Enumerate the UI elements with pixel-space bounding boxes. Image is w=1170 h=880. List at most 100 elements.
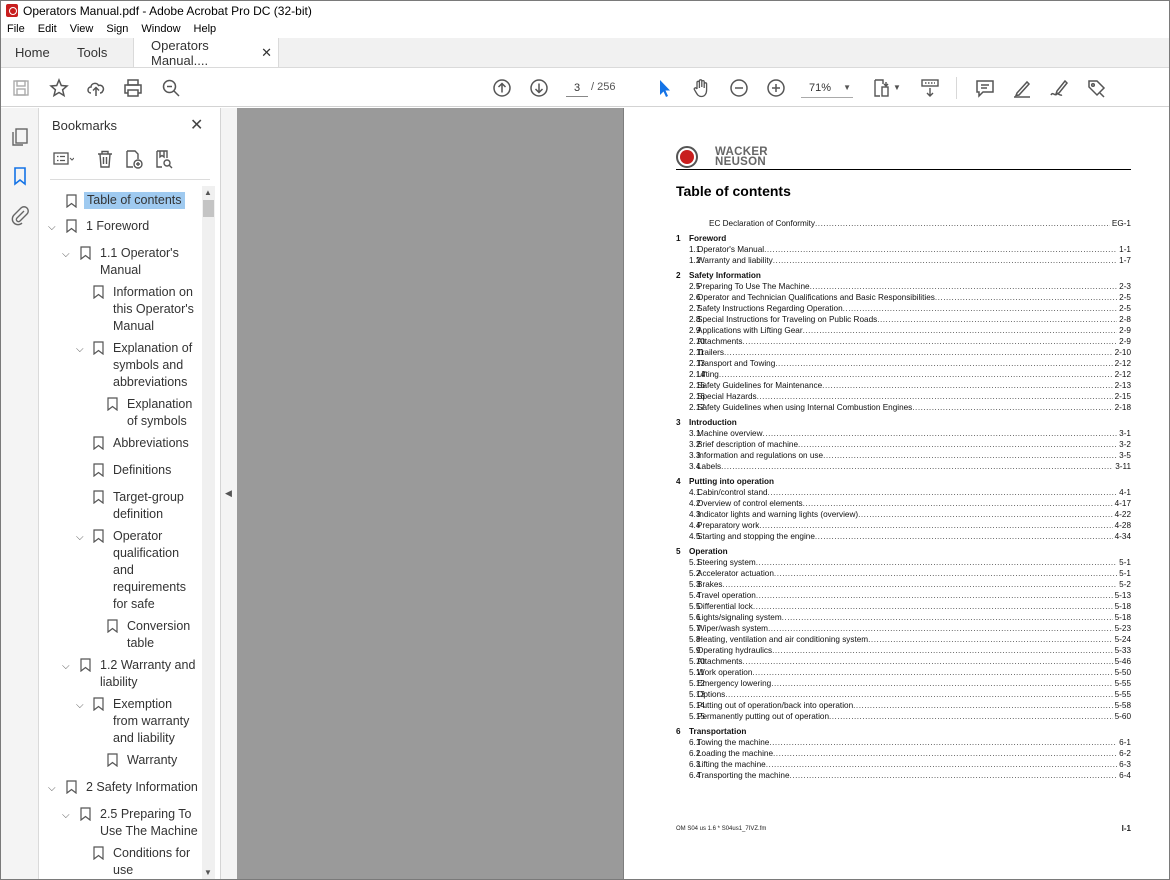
chevron-down-icon[interactable]: ⌵ bbox=[76, 697, 88, 711]
toc-entry[interactable]: 5.13 Options.............................… bbox=[676, 689, 1131, 700]
bookmarks-panel-icon[interactable] bbox=[9, 165, 31, 187]
sign-icon[interactable] bbox=[1048, 77, 1070, 99]
bookmarks-scrollbar[interactable]: ▲ ▼ bbox=[202, 186, 215, 879]
cloud-upload-icon[interactable] bbox=[85, 77, 107, 99]
print-icon[interactable] bbox=[122, 77, 144, 99]
toc-entry[interactable]: 4.4 Preparatory work.....................… bbox=[676, 520, 1131, 531]
bookmark-item[interactable]: Abbreviations bbox=[40, 434, 202, 454]
tab-close-icon[interactable]: ✕ bbox=[261, 45, 272, 61]
page-number-input[interactable]: 3 bbox=[566, 79, 588, 97]
toc-entry[interactable]: 2.8 Special Instructions for Traveling on… bbox=[676, 314, 1131, 325]
menu-edit[interactable]: Edit bbox=[32, 23, 64, 35]
toc-entry[interactable]: 6.1 Towing the machine...................… bbox=[676, 737, 1131, 748]
toc-entry[interactable]: 2.16 Special Hazards.....................… bbox=[676, 391, 1131, 402]
toc-entry[interactable]: 5.2 Accelerator actuation................… bbox=[676, 568, 1131, 579]
toc-entry[interactable]: 5.5 Differential lock....................… bbox=[676, 601, 1131, 612]
toc-entry[interactable]: 5.9 Operating hydraulics.................… bbox=[676, 645, 1131, 656]
toc-entry[interactable]: 2.11 Trailers............................… bbox=[676, 347, 1131, 358]
star-icon[interactable] bbox=[48, 77, 70, 99]
toc-entry[interactable]: 6.3 Lifting the machine..................… bbox=[676, 759, 1131, 770]
zoom-out-icon[interactable] bbox=[728, 77, 750, 99]
zoom-in-icon[interactable] bbox=[765, 77, 787, 99]
bookmark-item[interactable]: Warranty bbox=[40, 751, 202, 771]
chevron-down-icon[interactable]: ⌵ bbox=[76, 529, 88, 543]
close-icon[interactable]: ✕ bbox=[190, 115, 203, 135]
toc-entry[interactable]: 2.7 Safety Instructions Regarding Operati… bbox=[676, 303, 1131, 314]
bookmark-item[interactable]: Explanation of symbols bbox=[40, 395, 202, 431]
chevron-down-icon[interactable]: ⌵ bbox=[48, 780, 60, 794]
toc-chapter[interactable]: 3 Introduction bbox=[676, 417, 1131, 428]
toc-entry[interactable]: 5.11 Work operation......................… bbox=[676, 667, 1131, 678]
toc-entry[interactable]: 2.14 Lifting.............................… bbox=[676, 369, 1131, 380]
bookmark-item[interactable]: Definitions bbox=[40, 461, 202, 481]
bookmark-item[interactable]: ⌵ Operator qualification and requirement… bbox=[40, 527, 202, 613]
chevron-down-icon[interactable]: ⌵ bbox=[62, 246, 74, 260]
bookmark-item[interactable]: ⌵ 1 Foreword bbox=[40, 217, 202, 237]
select-cursor-icon[interactable] bbox=[653, 77, 675, 99]
menu-view[interactable]: View bbox=[64, 23, 101, 35]
zoom-level-dropdown[interactable]: 71% ▼ bbox=[801, 78, 853, 98]
menu-sign[interactable]: Sign bbox=[100, 23, 135, 35]
toc-entry[interactable]: 2.17 Safety Guidelines when using Interna… bbox=[676, 402, 1131, 413]
toc-entry[interactable]: 4.3 Indicator lights and warning lights (… bbox=[676, 509, 1131, 520]
toc-chapter[interactable]: 6 Transportation bbox=[676, 726, 1131, 737]
previous-page-icon[interactable] bbox=[491, 77, 513, 99]
toc-entry[interactable]: 3.1 Machine overview.....................… bbox=[676, 428, 1131, 439]
toc-entry[interactable]: 6.4 Transporting the machine.............… bbox=[676, 770, 1131, 781]
attachments-icon[interactable] bbox=[9, 204, 31, 226]
bookmark-item[interactable]: ⌵ 2.5 Preparing To Use The Machine bbox=[40, 805, 202, 841]
comment-icon[interactable] bbox=[974, 77, 996, 99]
bookmark-item[interactable]: ⌵ 2 Safety Information bbox=[40, 778, 202, 798]
toc-entry[interactable]: 2.10 Attachments.........................… bbox=[676, 336, 1131, 347]
toc-entry[interactable]: 3.2 Brief description of machine.........… bbox=[676, 439, 1131, 450]
new-bookmark-icon[interactable] bbox=[122, 148, 144, 170]
menu-window[interactable]: Window bbox=[135, 23, 187, 35]
chevron-down-icon[interactable]: ⌵ bbox=[76, 341, 88, 355]
toc-entry[interactable]: 5.14 Putting out of operation/back into o… bbox=[676, 700, 1131, 711]
bookmark-item[interactable]: Conversion table bbox=[40, 617, 202, 653]
toc-entry[interactable]: 2.13 Transport and Towing................… bbox=[676, 358, 1131, 369]
toc-entry[interactable]: 3.4 Labels...............................… bbox=[676, 461, 1131, 472]
tab-tools[interactable]: Tools bbox=[63, 38, 133, 67]
hand-tool-icon[interactable] bbox=[690, 77, 712, 99]
toc-entry[interactable]: 5.7 Wiper/wash system....................… bbox=[676, 623, 1131, 634]
bookmark-item[interactable]: ⌵ 1.2 Warranty and liability bbox=[40, 656, 202, 692]
toc-entry[interactable]: 2.5 Preparing To Use The Machine.........… bbox=[676, 281, 1131, 292]
scroll-mode-icon[interactable] bbox=[919, 77, 941, 99]
panel-collapse-gutter[interactable]: ◀ bbox=[221, 108, 237, 879]
toc-entry[interactable]: 1.2 Warranty and liability...............… bbox=[676, 255, 1131, 266]
toc-entry-ec-declaration[interactable]: EC Declaration of Conformity............… bbox=[676, 218, 1131, 229]
toc-entry[interactable]: 4.5 Starting and stopping the engine.....… bbox=[676, 531, 1131, 542]
highlight-pen-icon[interactable] bbox=[1011, 77, 1033, 99]
bookmark-item[interactable]: ⌵ Explanation of symbols and abbreviatio… bbox=[40, 339, 202, 391]
bookmark-item[interactable]: ⌵ Exemption from warranty and liability bbox=[40, 695, 202, 747]
tab-home[interactable]: Home bbox=[1, 38, 63, 67]
menu-file[interactable]: File bbox=[1, 23, 32, 35]
bookmark-item[interactable]: Table of contents bbox=[40, 190, 202, 214]
save-icon[interactable] bbox=[10, 77, 32, 99]
toc-entry[interactable]: 5.3 Brakes...............................… bbox=[676, 579, 1131, 590]
collapse-panel-icon[interactable]: ◀ bbox=[225, 488, 232, 499]
chevron-down-icon[interactable]: ⌵ bbox=[62, 658, 74, 672]
edit-tag-icon[interactable] bbox=[1085, 77, 1107, 99]
tab-document[interactable]: Operators Manual.... ✕ bbox=[133, 38, 279, 68]
toc-entry[interactable]: 5.10 Attachments.........................… bbox=[676, 656, 1131, 667]
toc-entry[interactable]: 5.4 Travel operation.....................… bbox=[676, 590, 1131, 601]
scroll-up-icon[interactable]: ▲ bbox=[204, 188, 212, 197]
toc-chapter[interactable]: 5 Operation bbox=[676, 546, 1131, 557]
chevron-down-icon[interactable]: ⌵ bbox=[48, 219, 60, 233]
bookmark-item[interactable]: Conditions for use bbox=[40, 844, 202, 879]
scroll-down-icon[interactable]: ▼ bbox=[204, 868, 212, 877]
page-fit-icon[interactable] bbox=[871, 77, 893, 99]
menu-help[interactable]: Help bbox=[188, 23, 224, 35]
toc-entry[interactable]: 1.1 Operator's Manual....................… bbox=[676, 244, 1131, 255]
page-thumbnails-icon[interactable] bbox=[9, 126, 31, 148]
toc-entry[interactable]: 5.6 Lights/signaling system..............… bbox=[676, 612, 1131, 623]
bookmark-item[interactable]: Information on this Operator's Manual bbox=[40, 283, 202, 335]
toc-chapter[interactable]: 1 Foreword bbox=[676, 233, 1131, 244]
toc-chapter[interactable]: 2 Safety Information bbox=[676, 270, 1131, 281]
bookmark-options-icon[interactable] bbox=[52, 148, 75, 170]
page-fit-chevron-icon[interactable]: ▼ bbox=[893, 81, 901, 93]
toc-entry[interactable]: 4.1 Cabin/control stand..................… bbox=[676, 487, 1131, 498]
toc-entry[interactable]: 2.6 Operator and Technician Qualification… bbox=[676, 292, 1131, 303]
